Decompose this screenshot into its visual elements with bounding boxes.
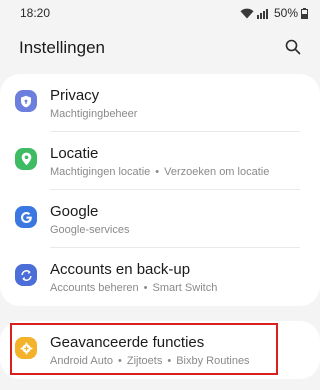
status-time: 18:20 xyxy=(20,6,51,20)
settings-item-privacy[interactable]: Privacy Machtigingbeheer xyxy=(0,74,320,132)
settings-item-accounts-backup[interactable]: Accounts en back-up Accounts beheren • Sma… xyxy=(0,248,320,306)
separator-dot: • xyxy=(143,282,148,294)
wifi-icon xyxy=(240,8,254,19)
subtitle-part: Bixby Routines xyxy=(176,355,250,367)
status-icons: 50% xyxy=(240,6,308,20)
header: Instellingen xyxy=(0,30,320,64)
battery-percent: 50% xyxy=(273,6,298,20)
subtitle-part: Verzoeken om locatie xyxy=(164,166,270,178)
settings-item-subtitle: Machtigingen locatie • Verzoeken om locati… xyxy=(50,166,269,178)
settings-item-title: Accounts en back-up xyxy=(50,261,191,278)
settings-item-subtitle: Android Auto • Zijtoets • Bixby Routines xyxy=(50,355,250,367)
settings-item-advanced-features[interactable]: Geavanceerde functies Android Auto • Zijto… xyxy=(0,321,320,379)
sync-icon xyxy=(15,264,37,286)
settings-card: Privacy Machtigingbeheer Locatie Machtig… xyxy=(0,74,320,306)
gear-plus-icon xyxy=(15,337,37,359)
subtitle-part: Zijtoets xyxy=(126,355,163,367)
settings-item-subtitle: Google-services xyxy=(50,224,129,236)
separator-dot: • xyxy=(118,355,122,367)
settings-item-title: Locatie xyxy=(50,145,99,162)
settings-item-title: Geavanceerde functies xyxy=(50,334,205,351)
settings-item-location[interactable]: Locatie Machtigingen locatie • Verzoeken o… xyxy=(0,132,320,190)
page-title: Instellingen xyxy=(19,38,106,57)
settings-item-title: Google xyxy=(50,203,99,220)
search-button[interactable] xyxy=(282,36,304,58)
advanced-card: Geavanceerde functies Android Auto • Zijto… xyxy=(0,321,320,379)
google-icon xyxy=(15,206,37,228)
settings-item-title: Privacy xyxy=(50,87,100,104)
signal-icon xyxy=(256,8,271,19)
battery-icon xyxy=(301,7,308,19)
subtitle-part: Machtigingen locatie xyxy=(50,166,151,178)
subtitle-part: Google-services xyxy=(50,224,130,236)
subtitle-part: Machtigingbeheer xyxy=(50,108,138,120)
separator-dot: • xyxy=(167,355,172,367)
status-bar: 18:20 50% xyxy=(0,0,320,26)
settings-item-google[interactable]: Google Google-services xyxy=(0,190,320,248)
shield-icon xyxy=(15,90,37,112)
search-icon xyxy=(285,39,301,55)
subtitle-part: Android Auto xyxy=(50,355,113,367)
separator-dot: • xyxy=(155,166,160,178)
settings-item-subtitle: Accounts beheren • Smart Switch xyxy=(50,282,217,294)
subtitle-part: Smart Switch xyxy=(152,282,218,294)
subtitle-part: Accounts beheren xyxy=(50,282,139,294)
settings-item-subtitle: Machtigingbeheer xyxy=(50,108,137,120)
location-pin-icon xyxy=(15,148,37,170)
